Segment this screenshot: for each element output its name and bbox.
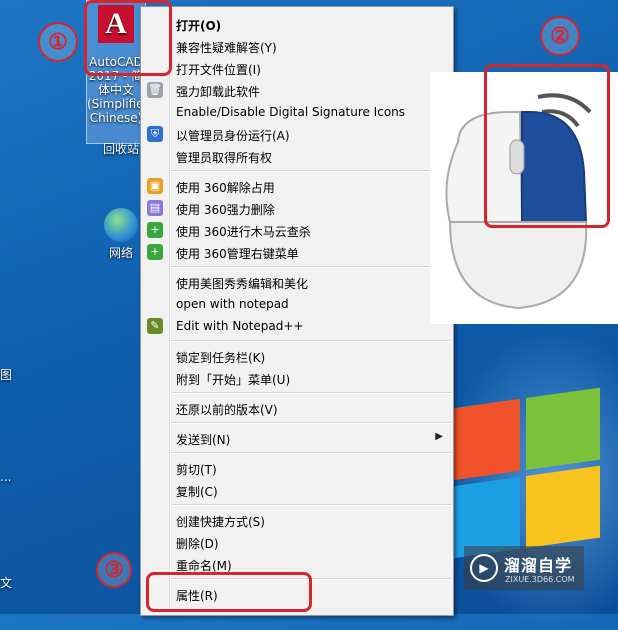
menu-item[interactable]: 创建快捷方式(S) <box>143 509 451 531</box>
annotation-number-1: ① <box>38 22 78 62</box>
menu-item-label: 使用美图秀秀编辑和美化 <box>176 277 309 291</box>
shield-icon: ⛨ <box>147 126 163 142</box>
menu-item-label: 以管理员身份运行(A) <box>176 129 290 143</box>
menu-separator <box>171 266 451 268</box>
scan-360-icon: + <box>147 222 163 238</box>
trash-icon: 🗑 <box>147 82 163 98</box>
menu-item-label: 复制(C) <box>176 485 218 499</box>
menu-item-label: 打开(O) <box>176 19 222 33</box>
menu-item-label: 使用 360管理右键菜单 <box>176 247 299 261</box>
watermark: ▶ 溜溜自学 ZIXUE.3D66.COM <box>464 546 584 590</box>
menu-item-label: open with notepad <box>176 297 289 311</box>
menu-separator <box>171 504 451 506</box>
menu-item-label: Edit with Notepad++ <box>176 319 304 333</box>
delete-360-icon: ▤ <box>147 200 163 216</box>
watermark-subtitle: ZIXUE.3D66.COM <box>505 575 575 584</box>
logo-green-pane <box>526 387 600 470</box>
menu-item[interactable]: + 使用 360管理右键菜单 <box>143 241 451 263</box>
menu-item-label: 删除(D) <box>176 537 219 551</box>
menu-item[interactable]: 锁定到任务栏(K) <box>143 345 451 367</box>
desktop-icon-network[interactable]: 网络 <box>98 208 144 260</box>
menu-item[interactable]: 删除(D) <box>143 531 451 553</box>
windows-logo-wallpaper <box>446 387 606 569</box>
logo-red-pane <box>446 398 520 482</box>
menu-item-label: Enable/Disable Digital Signature Icons <box>176 105 406 119</box>
menu-item[interactable]: 还原以前的版本(V) <box>143 397 451 419</box>
watermark-title: 溜溜自学 <box>504 556 573 575</box>
menu-item-label: 附到「开始」菜单(U) <box>176 373 291 387</box>
menu-item[interactable]: 🗑 强力卸载此软件 <box>143 79 451 101</box>
menu-item[interactable]: 使用美图秀秀编辑和美化 <box>143 271 451 293</box>
menu-item-label: 使用 360进行木马云查杀 <box>176 225 311 239</box>
menu-item-label: 剪切(T) <box>176 463 217 477</box>
menu-item[interactable]: 发送到(N) ▶ <box>143 427 451 449</box>
menu-item-label: 创建快捷方式(S) <box>176 515 265 529</box>
submenu-arrow-icon: ▶ <box>435 431 443 442</box>
menu-separator <box>171 452 451 454</box>
menu-item[interactable]: 打开文件位置(I) <box>143 57 451 79</box>
menu-item[interactable]: Enable/Disable Digital Signature Icons <box>143 101 451 123</box>
menu-item[interactable]: + 使用 360进行木马云查杀 <box>143 219 451 241</box>
menu-item-label: 锁定到任务栏(K) <box>176 351 266 365</box>
menu-item-label: 还原以前的版本(V) <box>176 403 278 417</box>
desktop-edge-label: 文 <box>0 576 13 590</box>
menu-item-label: 使用 360解除占用 <box>176 181 275 195</box>
desktop-icon-recycle-bin[interactable]: 回收站 <box>98 142 144 156</box>
logo-yellow-pane <box>526 465 600 548</box>
menu-item-label: 打开文件位置(I) <box>176 63 261 77</box>
menu-item[interactable]: ✎ Edit with Notepad++ <box>143 315 451 337</box>
network-label: 网络 <box>108 246 133 260</box>
menu-item[interactable]: 打开(O) <box>143 13 451 35</box>
menu-item[interactable]: 附到「开始」菜单(U) <box>143 367 451 389</box>
menu-360-icon: + <box>147 244 163 260</box>
menu-separator <box>171 340 451 342</box>
desktop-edge-label: ... <box>0 470 12 484</box>
menu-item-label: 管理员取得所有权 <box>176 151 273 165</box>
menu-item[interactable]: ▤ 使用 360强力删除 <box>143 197 451 219</box>
annotation-number-2: ② <box>540 16 580 56</box>
menu-item[interactable]: ⛨ 以管理员身份运行(A) <box>143 123 451 145</box>
menu-separator <box>171 170 451 172</box>
unlock-360-icon: ▣ <box>147 178 163 194</box>
menu-item-label: 强力卸载此软件 <box>176 85 261 99</box>
menu-separator <box>171 422 451 424</box>
network-icon <box>104 208 138 242</box>
highlight-autocad-icon <box>84 0 172 76</box>
menu-item[interactable]: 管理员取得所有权 <box>143 145 451 167</box>
menu-item[interactable]: open with notepad <box>143 293 451 315</box>
menu-item-label: 发送到(N) <box>176 433 231 447</box>
menu-item-label: 使用 360强力删除 <box>176 203 275 217</box>
context-menu: 打开(O) 兼容性疑难解答(Y) 打开文件位置(I) 🗑 强力卸载此软件 Enable/D… <box>140 6 454 616</box>
menu-item[interactable]: 复制(C) <box>143 479 451 501</box>
menu-item[interactable]: 剪切(T) <box>143 457 451 479</box>
menu-item[interactable]: ▣ 使用 360解除占用 <box>143 175 451 197</box>
desktop-edge-label: 图 <box>0 368 13 382</box>
menu-separator <box>171 392 451 394</box>
menu-item-label: 兼容性疑难解答(Y) <box>176 41 277 55</box>
notepad-plus-icon: ✎ <box>147 318 163 334</box>
recycle-bin-label: 回收站 <box>102 142 139 156</box>
highlight-right-mouse-button <box>484 64 610 228</box>
highlight-properties-item <box>146 572 312 612</box>
annotation-number-3: ③ <box>96 552 132 588</box>
play-logo-icon: ▶ <box>470 554 498 582</box>
menu-item[interactable]: 兼容性疑难解答(Y) <box>143 35 451 57</box>
